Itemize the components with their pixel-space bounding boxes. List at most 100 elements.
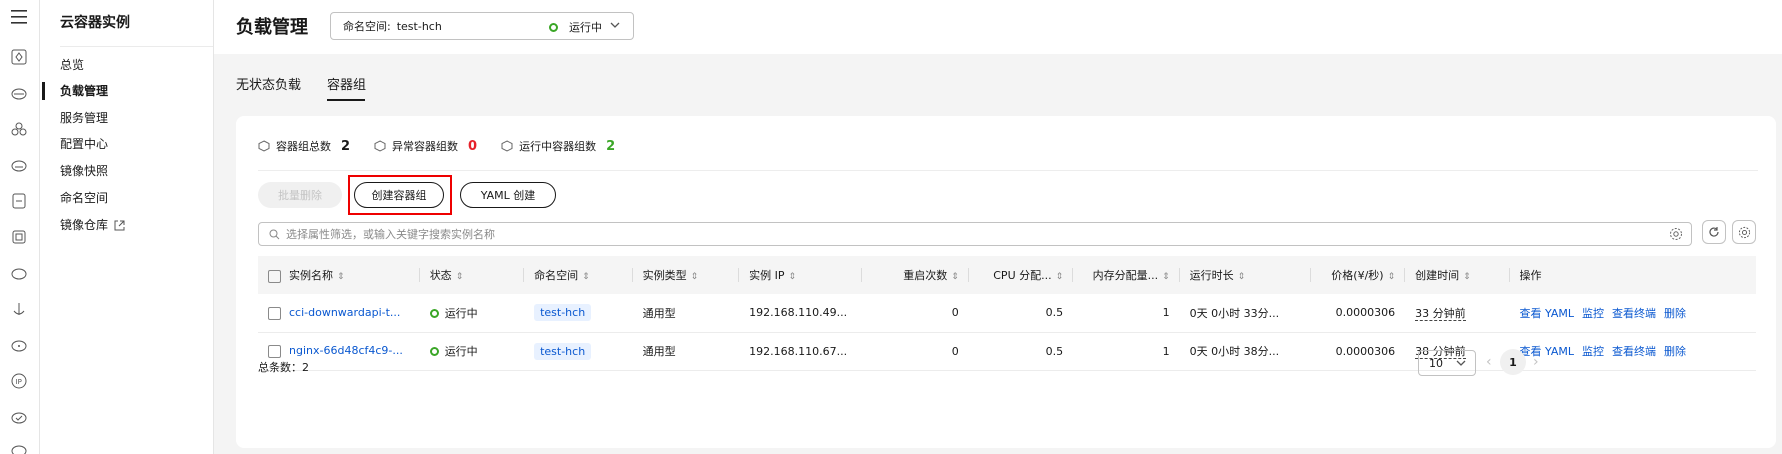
cloud-more-icon[interactable] [10, 440, 28, 454]
col-memory[interactable]: 内存分配量... ⇕ [1073, 256, 1180, 294]
instance-ip: 192.168.110.49... [739, 294, 863, 333]
namespace-tag: test-hch [534, 304, 592, 322]
tabs: 无状态负载 容器组 [214, 54, 1782, 106]
cpu-alloc: 0.5 [968, 294, 1074, 333]
sidebar-item-config-center[interactable]: 配置中心 [60, 134, 108, 154]
cluster-icon[interactable] [10, 120, 28, 138]
pod-name-link[interactable]: nginx-66d48cf4c9-... [289, 344, 403, 357]
col-namespace[interactable]: 命名空间 ⇕ [524, 256, 633, 294]
cube-running-icon [501, 140, 513, 152]
sidebar-item-workloads[interactable]: 负载管理 [60, 81, 108, 101]
sort-icon: ⇕ [1463, 272, 1471, 282]
col-status[interactable]: 状态 ⇕ [419, 256, 525, 294]
stat-label: 异常容器组数 [392, 140, 459, 153]
header: 负载管理 命名空间: test-hch 运行中 [214, 0, 1782, 54]
stat-label: 容器组总数 [276, 140, 331, 153]
col-cpu[interactable]: CPU 分配... ⇕ [968, 256, 1074, 294]
table-settings-button[interactable] [1732, 220, 1756, 244]
active-tab-indicator [327, 99, 365, 101]
chevron-down-icon [610, 22, 620, 28]
batch-delete-button[interactable]: 批量删除 [258, 182, 342, 208]
col-type[interactable]: 实例类型 ⇕ [632, 256, 740, 294]
cube-warning-icon [374, 140, 386, 152]
anchor-icon[interactable] [10, 300, 28, 318]
sidebar-item-namespaces[interactable]: 命名空间 [60, 188, 108, 208]
sidebar-item-overview[interactable]: 总览 [60, 55, 84, 75]
page-title: 负载管理 [236, 17, 308, 38]
namespace-value: test-hch [396, 19, 442, 33]
tab-pods[interactable]: 容器组 [327, 74, 366, 93]
view-terminal-link[interactable]: 查看终端 [1612, 345, 1656, 358]
search-input[interactable]: 选择属性筛选，或输入关键字搜索实例名称 [258, 222, 1692, 246]
monitor-link[interactable]: 监控 [1582, 307, 1604, 320]
gear-icon [1738, 226, 1750, 238]
tab-stateless-workloads[interactable]: 无状态负载 [236, 74, 301, 93]
pod-name-link[interactable]: cci-downwardapi-t... [289, 306, 400, 319]
current-page[interactable]: 1 [1500, 349, 1526, 375]
cloud-app-icon[interactable] [10, 408, 28, 426]
cloud-network-icon[interactable] [10, 264, 28, 282]
next-page-icon[interactable]: › [1533, 354, 1539, 370]
created-time: 33 分钟前 [1415, 306, 1466, 321]
sort-icon: ⇕ [337, 272, 345, 282]
ip-icon[interactable]: IP [10, 372, 28, 390]
monitor-link[interactable]: 监控 [1582, 345, 1604, 358]
cloud-service-icon[interactable] [10, 336, 28, 354]
cloud-icon[interactable] [10, 156, 28, 174]
sidebar-item-services[interactable]: 服务管理 [60, 108, 108, 128]
stat-value: 2 [341, 138, 351, 154]
stat-running: 运行中容器组数 2 [501, 138, 615, 154]
sort-icon: ⇕ [788, 272, 797, 282]
pod-status: 运行中 [419, 294, 525, 333]
view-terminal-link[interactable]: 查看终端 [1612, 307, 1656, 320]
dashboard-icon[interactable] [10, 48, 28, 66]
divider [60, 46, 213, 47]
namespace-select[interactable]: 命名空间: test-hch 运行中 [330, 12, 634, 40]
view-yaml-link[interactable]: 查看 YAML [1520, 345, 1575, 358]
row-actions: 查看 YAML 监控 查看终端 删除 [1509, 332, 1756, 371]
prev-page-icon[interactable]: ‹ [1486, 354, 1492, 370]
delete-link[interactable]: 删除 [1664, 307, 1686, 320]
restart-count: 0 [862, 332, 969, 371]
sidebar-item-image-repo[interactable]: 镜像仓库 [60, 215, 125, 235]
view-yaml-link[interactable]: 查看 YAML [1520, 307, 1575, 320]
sidebar-item-label: 镜像仓库 [60, 218, 109, 232]
mem-alloc: 1 [1073, 294, 1180, 333]
select-all-checkbox[interactable] [268, 269, 281, 283]
col-name[interactable]: 实例名称 ⇕ [258, 256, 420, 294]
price: 0.0000306 [1311, 332, 1406, 371]
col-created[interactable]: 创建时间 ⇕ [1405, 256, 1510, 294]
delete-link[interactable]: 删除 [1664, 345, 1686, 358]
highlight-box [348, 175, 452, 215]
namespace-status: 运行中 [549, 19, 602, 35]
sort-icon: ⇕ [1237, 272, 1246, 282]
row-actions: 查看 YAML 监控 查看终端 删除 [1509, 294, 1756, 333]
yaml-create-button[interactable]: YAML 创建 [460, 182, 556, 208]
col-uptime[interactable]: 运行时长 ⇕ [1179, 256, 1312, 294]
sidebar-item-image-snapshots[interactable]: 镜像快照 [60, 161, 108, 181]
row-checkbox[interactable] [268, 306, 281, 320]
refresh-button[interactable] [1702, 220, 1726, 244]
container-icon[interactable] [10, 228, 28, 246]
instance-type: 通用型 [632, 332, 740, 371]
col-ip[interactable]: 实例 IP ⇕ [739, 256, 863, 294]
sort-icon: ⇕ [1387, 272, 1396, 282]
sort-icon: ⇕ [1055, 272, 1064, 282]
table-header-row: 实例名称 ⇕ 状态 ⇕ 命名空间 ⇕ 实例类型 ⇕ 实例 IP ⇕ 重启次数 ⇕ CPU 分… [258, 256, 1756, 294]
cpu-alloc: 0.5 [968, 332, 1074, 371]
document-icon[interactable] [10, 192, 28, 210]
chevron-down-icon [1456, 360, 1466, 366]
menu-icon[interactable] [10, 8, 28, 26]
stat-abnormal: 异常容器组数 0 [374, 138, 477, 154]
row-checkbox[interactable] [268, 344, 281, 358]
page-size-select[interactable]: 10 [1418, 350, 1476, 376]
table-row: nginx-66d48cf4c9-... 运行中 test-hch 通用型 19… [258, 332, 1756, 371]
restart-count: 0 [862, 294, 969, 333]
divider [258, 170, 1758, 171]
col-restarts[interactable]: 重启次数 ⇕ [862, 256, 969, 294]
cloud-server-icon[interactable] [10, 84, 28, 102]
col-price[interactable]: 价格(¥/秒) ⇕ [1311, 256, 1406, 294]
sort-icon: ⇕ [1162, 272, 1170, 282]
stat-label: 运行中容器组数 [519, 140, 597, 153]
filter-settings-icon[interactable] [1669, 227, 1683, 241]
